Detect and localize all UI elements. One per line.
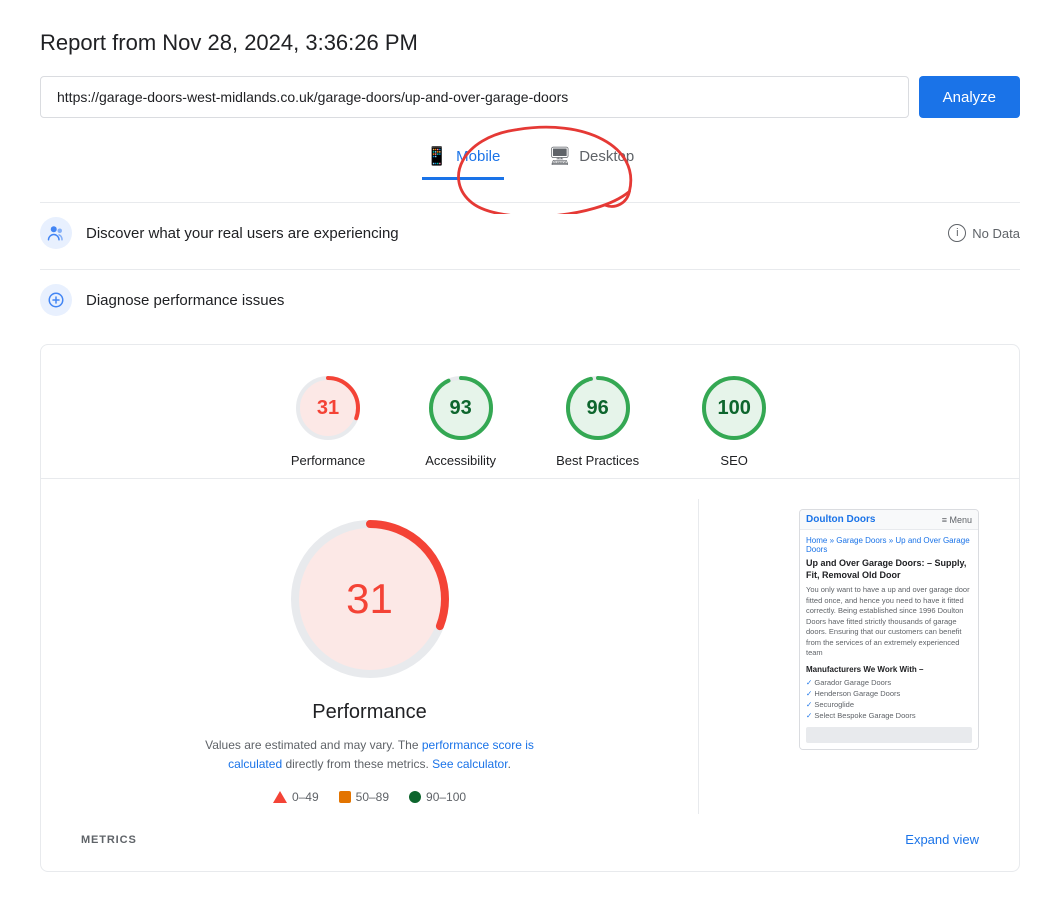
legend-red: 0–49 [273,790,319,804]
diagnose-icon [40,284,72,316]
thumb-list-item-0: Garador Garage Doors [806,677,972,688]
real-users-section: Discover what your real users are experi… [40,202,1020,263]
accessibility-score-label: Accessibility [425,453,496,468]
real-users-label: Discover what your real users are experi… [86,225,948,242]
legend-red-range: 0–49 [292,790,319,804]
diagnose-row: Diagnose performance issues [40,269,1020,330]
thumb-breadcrumb: Home » Garage Doors » Up and Over Garage… [806,536,972,554]
thumb-section-title: Manufacturers We Work With – [806,665,972,674]
thumb-body-text: You only want to have a up and over gara… [806,585,972,659]
performance-score-label: Performance [291,453,365,468]
score-circle-seo: 100 [699,373,769,443]
best-practices-score-label: Best Practices [556,453,639,468]
perf-detail: 31 Performance Values are estimated and … [81,499,979,814]
thumb-list-item-3: Select Bespoke Garage Doors [806,710,972,721]
scores-card: 31 Performance 93 Accessibility [40,344,1020,872]
tab-desktop[interactable]: 🖥 Desktop [544,138,638,180]
no-data-label: No Data [972,226,1020,241]
perf-left: 31 Performance Values are estimated and … [81,499,658,814]
seo-score-value: 100 [717,397,750,420]
legend-green: 90–100 [409,790,466,804]
score-circle-accessibility: 93 [426,373,496,443]
scores-divider [41,478,1019,479]
tab-desktop-label: Desktop [579,148,634,165]
device-tabs: 📱 Mobile 🖥 Desktop [40,138,1020,180]
thumb-list: Garador Garage Doors Henderson Garage Do… [806,677,972,721]
score-item-best-practices[interactable]: 96 Best Practices [556,373,639,468]
legend-green-icon [409,791,421,803]
thumb-footer [806,727,972,743]
legend-red-icon [273,791,287,803]
metrics-label: METRICS [81,834,137,846]
perf-note-plain: Values are estimated and may vary. The [205,738,422,752]
legend-orange-range: 50–89 [356,790,389,804]
analyze-button[interactable]: Analyze [919,76,1020,118]
seo-score-label: SEO [720,453,747,468]
report-title: Report from Nov 28, 2024, 3:36:26 PM [40,30,1020,56]
diagnose-section: Diagnose performance issues 31 Performan… [40,269,1020,872]
big-score-number: 31 [346,575,393,623]
page-thumbnail: Doulton Doors ≡ Menu Home » Garage Doors… [799,509,979,750]
real-users-icon [40,217,72,249]
diagnose-label: Diagnose performance issues [86,292,1020,309]
calculator-link[interactable]: See calculator [432,757,507,771]
perf-note-mid: directly from these metrics. [282,757,432,771]
performance-score-value: 31 [317,397,339,420]
no-data-link[interactable]: i No Data [948,224,1020,242]
thumb-list-item-1: Henderson Garage Doors [806,688,972,699]
url-input[interactable] [40,76,909,118]
metrics-bar: METRICS Expand view [81,818,979,851]
big-gauge: 31 [280,509,460,689]
best-practices-score-value: 96 [586,397,608,420]
desktop-icon: 🖥 [548,146,571,167]
thumb-brand: Doulton Doors [806,514,875,525]
perf-right: Doulton Doors ≡ Menu Home » Garage Doors… [739,499,979,814]
score-item-accessibility[interactable]: 93 Accessibility [425,373,496,468]
score-circle-best-practices: 96 [563,373,633,443]
legend-orange-icon [339,791,351,803]
score-item-performance[interactable]: 31 Performance [291,373,365,468]
thumb-body: Home » Garage Doors » Up and Over Garage… [800,530,978,749]
mobile-icon: 📱 [426,146,448,167]
legend-green-range: 90–100 [426,790,466,804]
thumb-menu: ≡ Menu [942,515,972,525]
score-item-seo[interactable]: 100 SEO [699,373,769,468]
info-icon: i [948,224,966,242]
accessibility-score-value: 93 [450,397,472,420]
scores-row: 31 Performance 93 Accessibility [81,373,979,468]
thumb-list-item-2: Securoglide [806,699,972,710]
legend-orange: 50–89 [339,790,389,804]
perf-note-end: . [508,757,511,771]
tab-mobile[interactable]: 📱 Mobile [422,138,505,180]
thumb-header: Doulton Doors ≡ Menu [800,510,978,530]
perf-detail-title: Performance [312,701,427,724]
expand-view-button[interactable]: Expand view [905,832,979,847]
perf-note: Values are estimated and may vary. The p… [180,736,560,774]
legend-row: 0–49 50–89 90–100 [273,790,466,804]
thumb-h1: Up and Over Garage Doors: – Supply, Fit,… [806,558,972,581]
vertical-divider [698,499,699,814]
tab-mobile-label: Mobile [456,148,500,165]
score-circle-performance: 31 [293,373,363,443]
url-bar-row: Analyze [40,76,1020,118]
